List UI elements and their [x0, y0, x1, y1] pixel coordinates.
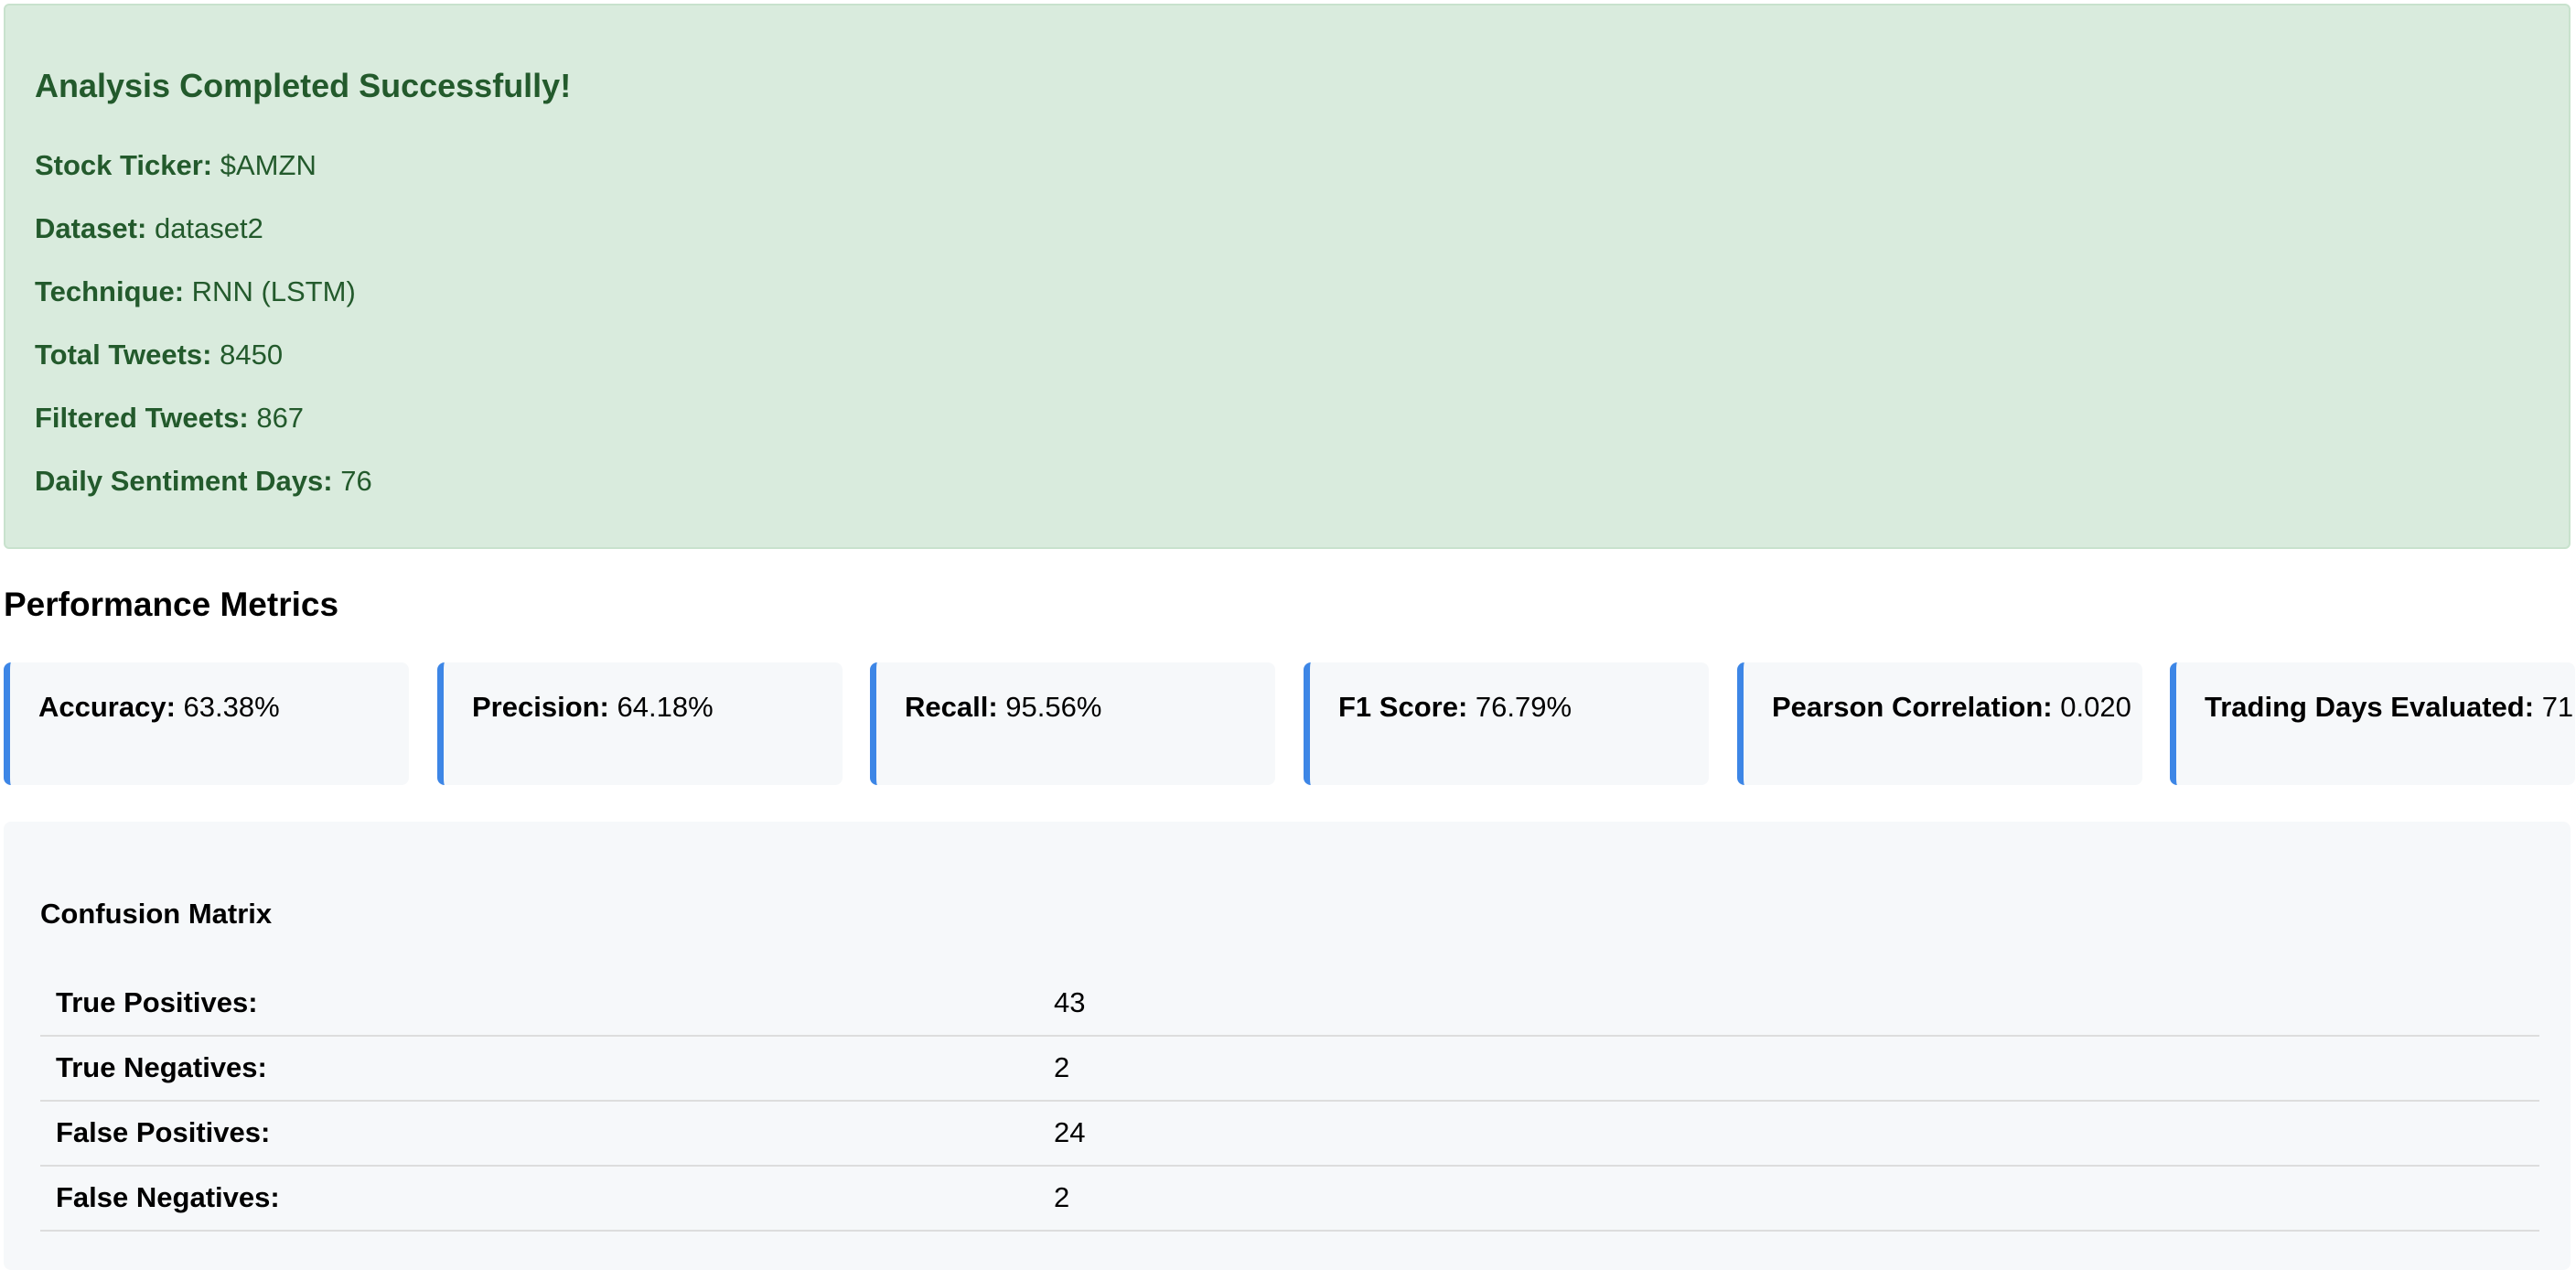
technique-value: RNN (LSTM) — [191, 275, 356, 307]
total-tweets-label: Total Tweets: — [35, 339, 212, 371]
metric-label: Precision: — [472, 691, 609, 723]
total-tweets-line: Total Tweets: 8450 — [35, 340, 283, 369]
metric-label: F1 Score: — [1338, 691, 1468, 723]
row-label: True Positives: — [56, 986, 258, 1018]
stock-ticker-value: $AMZN — [220, 149, 317, 181]
metric-card-recall: Recall: 95.56% — [870, 662, 1275, 785]
filtered-tweets-label: Filtered Tweets: — [35, 402, 249, 434]
table-row: True Positives: 43 — [40, 970, 2539, 1037]
success-title: Analysis Completed Successfully! — [35, 67, 572, 104]
filtered-tweets-line: Filtered Tweets: 867 — [35, 404, 304, 432]
metric-label: Trading Days Evaluated: — [2205, 691, 2535, 723]
confusion-matrix-panel: Confusion Matrix True Positives: 43 True… — [4, 822, 2571, 1270]
dataset-value: dataset2 — [154, 212, 263, 244]
metric-label: Accuracy: — [38, 691, 176, 723]
filtered-tweets-value: 867 — [256, 402, 305, 434]
metric-card-f1-score: F1 Score: 76.79% — [1304, 662, 1709, 785]
row-value: 24 — [1054, 1116, 1086, 1148]
stock-ticker-label: Stock Ticker: — [35, 149, 213, 181]
technique-label: Technique: — [35, 275, 185, 307]
total-tweets-value: 8450 — [220, 339, 284, 371]
daily-sentiment-days-label: Daily Sentiment Days: — [35, 465, 333, 497]
metric-value: 64.18% — [617, 691, 714, 723]
row-value: 2 — [1054, 1051, 1070, 1083]
daily-sentiment-days-value: 76 — [340, 465, 372, 497]
metric-label: Pearson Correlation: — [1772, 691, 2053, 723]
daily-sentiment-days-line: Daily Sentiment Days: 76 — [35, 467, 372, 495]
row-label: False Positives: — [56, 1116, 271, 1148]
confusion-matrix-title: Confusion Matrix — [40, 898, 273, 930]
dataset-label: Dataset: — [35, 212, 147, 244]
metric-value: 71 — [2541, 691, 2574, 723]
performance-metrics-title: Performance Metrics — [4, 586, 339, 623]
row-value: 43 — [1054, 986, 1086, 1018]
row-label: False Negatives: — [56, 1181, 280, 1213]
table-row: False Positives: 24 — [40, 1100, 2539, 1167]
metric-value: 0.020 — [2060, 691, 2131, 723]
metric-card-pearson-correlation: Pearson Correlation: 0.020 — [1737, 662, 2142, 785]
metric-value: 95.56% — [1005, 691, 1102, 723]
success-panel: Analysis Completed Successfully! Stock T… — [4, 4, 2571, 549]
technique-line: Technique: RNN (LSTM) — [35, 277, 356, 306]
dataset-line: Dataset: dataset2 — [35, 214, 263, 242]
stock-ticker-line: Stock Ticker: $AMZN — [35, 151, 317, 179]
metric-value: 63.38% — [183, 691, 280, 723]
metric-value: 76.79% — [1475, 691, 1572, 723]
row-label: True Negatives: — [56, 1051, 267, 1083]
metric-card-precision: Precision: 64.18% — [437, 662, 843, 785]
metric-label: Recall: — [905, 691, 998, 723]
table-row: False Negatives: 2 — [40, 1165, 2539, 1232]
metric-card-trading-days-evaluated: Trading Days Evaluated: 71 — [2170, 662, 2575, 785]
metric-card-accuracy: Accuracy: 63.38% — [4, 662, 409, 785]
table-row: True Negatives: 2 — [40, 1035, 2539, 1102]
row-value: 2 — [1054, 1181, 1070, 1213]
